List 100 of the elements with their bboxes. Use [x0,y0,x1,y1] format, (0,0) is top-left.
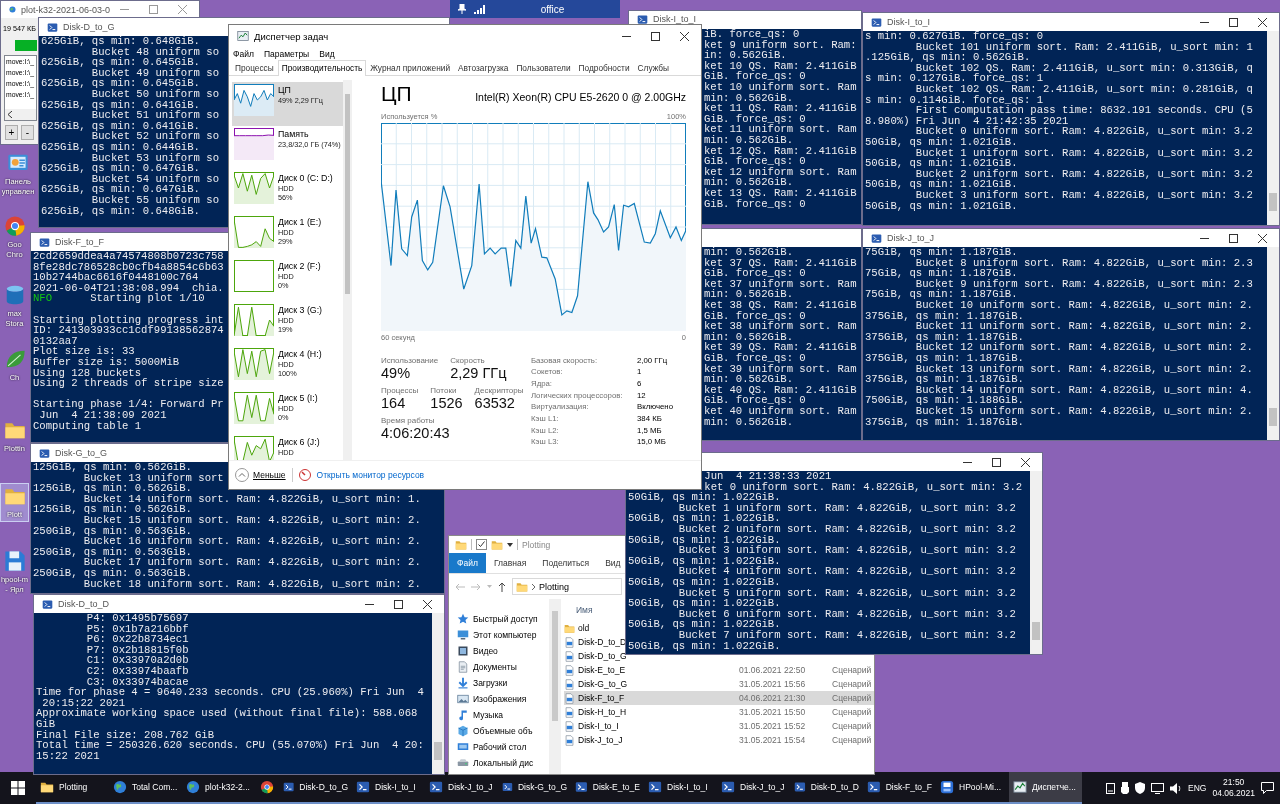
scrollbar[interactable] [1267,31,1279,225]
drive-icon[interactable] [1106,782,1116,794]
taskbar-item[interactable]: Disk-J_to_J [425,772,498,804]
taskbar-item[interactable]: Disk-I_to_I [352,772,425,804]
taskbar-item[interactable]: Disk-D_to_G [279,772,352,804]
maximize-icon[interactable] [1229,17,1238,27]
nav-item[interactable]: Рабочий стол [457,739,527,755]
connection-title: office [539,3,566,15]
maximize-icon[interactable] [992,457,1001,467]
file-row[interactable]: Disk-I_to_I 31.05.2021 15:52 Сценарий [564,719,874,733]
close-icon[interactable] [1258,233,1267,243]
scrollbar[interactable] [1267,247,1279,440]
nav-item[interactable]: Быстрый доступ [457,611,538,627]
taskbar-item[interactable]: plot-k32-2... [182,772,255,804]
file-type: Сценарий [832,665,872,675]
file-row[interactable]: Disk-D_to_D [564,635,625,649]
maximize-icon[interactable] [394,599,403,609]
nav-item[interactable]: Этот компьютер [457,627,537,643]
minimize-icon[interactable] [1200,237,1209,239]
close-icon[interactable] [1258,17,1267,27]
menu-item[interactable]: Файл [233,48,254,59]
fewer-details-button[interactable]: Меньше [235,467,286,482]
taskbar-item[interactable]: Plotting [36,772,109,804]
console-line: Bucket 51 uniform so [90,110,219,121]
tab[interactable]: Пользователи [512,60,575,75]
browser-icon [260,780,274,794]
scrollbar[interactable] [432,613,444,774]
nav-item[interactable]: Загрузки [457,675,508,691]
console-line: 250GiB, qs min: 0.563GiB. [33,525,192,537]
file-row[interactable]: Disk-H_to_H 31.05.2021 15:50 Сценарий [564,705,874,719]
up-arrow-icon[interactable] [498,581,506,592]
address-field[interactable]: Plotting [512,578,622,595]
file-row[interactable]: old [564,621,625,635]
caret-left-icon[interactable] [8,111,12,118]
minimize-icon[interactable] [622,35,631,37]
speaker-icon[interactable] [1170,782,1183,794]
tab[interactable]: Автозагрузка [454,60,513,75]
close-icon[interactable] [1021,457,1030,467]
nav-item[interactable]: Документы [457,659,517,675]
tab[interactable]: Производительность [277,60,367,76]
nav-item[interactable]: Музыка [457,707,504,723]
maximize-icon[interactable] [651,31,660,41]
clock[interactable]: 21:50 04.06.2021 [1212,777,1255,799]
usb-icon[interactable] [1121,782,1130,794]
language-indicator[interactable]: ENG [1188,783,1207,793]
file-row[interactable]: Disk-G_to_G 31.05.2021 15:56 Сценарий [564,677,874,691]
scrollbar[interactable] [5,109,36,120]
console-line: Bucket 15 uniform sort. Ram: 4.822GiB, u_sort min: 2. [82,514,421,526]
menu-item[interactable]: Параметры [263,48,310,59]
file-row[interactable]: Disk-D_to_G [564,649,625,663]
taskbar-item[interactable]: Диспетче... [1009,772,1082,804]
file-row[interactable]: Disk-J_to_J 31.05.2021 15:54 Сценарий [564,733,874,747]
file-type: Сценарий [832,707,872,717]
file-row[interactable]: Disk-F_to_F 04.06.2021 21:30 Сценарий [564,691,874,705]
scrollbar[interactable] [549,599,561,774]
tab[interactable]: Процессы [231,60,278,75]
nav-item[interactable]: Изображения [457,691,527,707]
shield-icon[interactable] [1135,782,1146,794]
window-title: plot-k32-2021-06-03-0 [20,4,110,15]
caret-down-icon[interactable] [507,542,513,547]
taskbar-item[interactable]: Disk-G_to_G [498,772,571,804]
taskbar-item[interactable]: Disk-D_to_D [790,772,863,804]
tab[interactable]: Журнал приложений [366,60,455,75]
start-icon[interactable] [11,781,25,795]
taskbar-item[interactable]: Disk-E_to_E [571,772,644,804]
menu-item[interactable]: Вид [319,48,335,59]
close-icon[interactable] [680,31,689,41]
taskbar-item[interactable]: Disk-I_to_I [644,772,717,804]
ribbon-tab[interactable]: Вид [597,553,629,573]
minimize-icon[interactable] [1200,21,1209,23]
pin-icon[interactable] [458,4,466,14]
close-icon[interactable] [423,599,432,609]
taskbar-item[interactable]: Disk-J_to_J [717,772,790,804]
scrollbar[interactable] [1030,471,1042,654]
tab[interactable]: Подробности [574,60,634,75]
notification-icon[interactable] [1261,782,1274,794]
floppy-icon [3,550,26,572]
taskbar-item[interactable]: Total Com... [109,772,182,804]
small-button[interactable]: + [5,125,18,140]
folder-icon [516,580,528,593]
ribbon-tab[interactable]: Файл [449,553,486,573]
resource-monitor-link[interactable]: Открыть монитор ресурсов [316,469,425,480]
maximize-icon[interactable] [1229,233,1238,243]
network-icon[interactable] [1151,782,1165,794]
taskbar-item[interactable]: Disk-F_to_F [863,772,936,804]
ribbon-tab[interactable]: Главная [485,553,535,573]
nav-item[interactable]: Видео [457,643,498,659]
checkmark-icon[interactable] [476,539,487,550]
nav-item[interactable]: Локальный дис [457,755,534,771]
tab[interactable]: Службы [633,60,673,75]
minimize-icon[interactable] [365,603,374,605]
nav-item[interactable]: Объемные объ [457,723,533,739]
terminal-icon [648,780,662,794]
file-row[interactable]: Disk-E_to_E 01.06.2021 22:50 Сценарий [564,663,874,677]
minimize-icon[interactable] [963,461,972,463]
column-header[interactable]: Имя [564,605,593,621]
ribbon-tab[interactable]: Поделиться [534,553,598,573]
small-button[interactable]: - [21,125,34,140]
scrollbar[interactable] [343,79,352,460]
console-line: iB. force_qs: 0 [704,29,800,40]
